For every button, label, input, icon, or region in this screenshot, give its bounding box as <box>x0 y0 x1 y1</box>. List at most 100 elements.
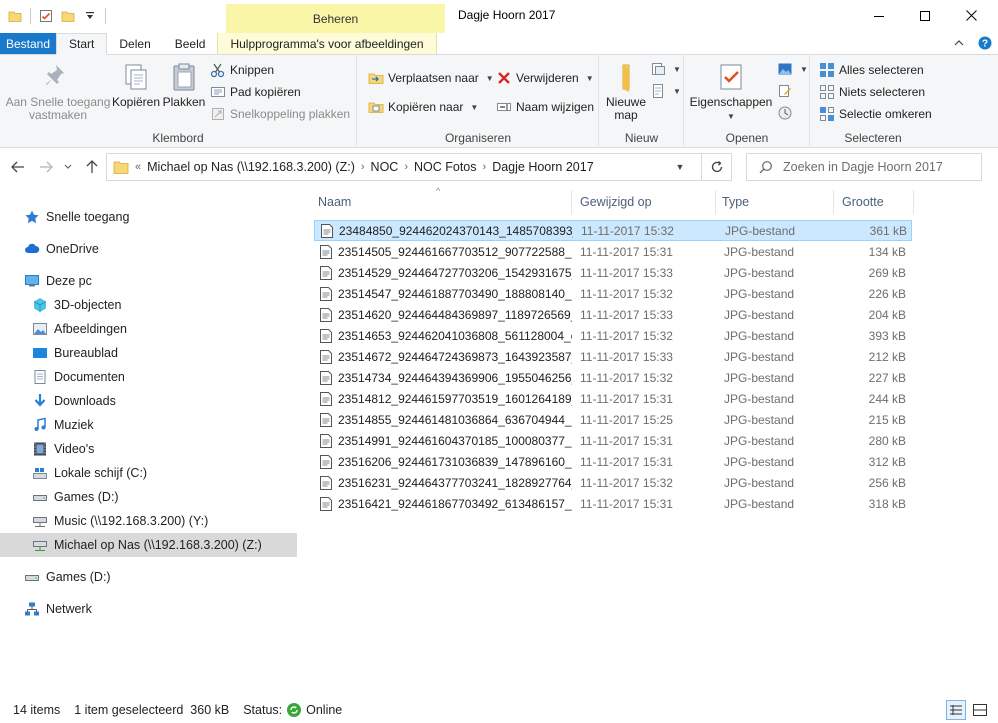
breadcrumb-chevron-icon[interactable]: › <box>361 161 365 173</box>
back-arrow-icon[interactable] <box>8 157 28 177</box>
move-to-button[interactable]: Verplaatsen naar ▼ <box>368 70 494 86</box>
sidebar-item-music[interactable]: Muziek <box>0 413 297 437</box>
minimize-button[interactable] <box>856 0 902 31</box>
column-header-name[interactable]: Naam ^ <box>312 186 572 214</box>
file-row[interactable]: 23514855_924461481036864_636704944_o....… <box>314 409 912 430</box>
up-arrow-icon[interactable] <box>82 157 102 177</box>
sidebar-item-games-d[interactable]: Games (D:) <box>0 485 297 509</box>
sidebar-item-games-d-2[interactable]: Games (D:) <box>0 565 297 589</box>
paste-shortcut-button[interactable]: Snelkoppeling plakken <box>210 106 350 122</box>
maximize-button[interactable] <box>902 0 948 31</box>
tab-start[interactable]: Start <box>56 33 108 55</box>
toolbar-divider <box>30 8 31 24</box>
new-item-button[interactable]: ▼ <box>650 61 681 77</box>
sidebar-label: OneDrive <box>46 242 99 256</box>
breadcrumb-current[interactable]: Dagje Hoorn 2017 <box>492 160 593 174</box>
address-overflow[interactable]: « <box>135 161 141 173</box>
forward-arrow-icon[interactable] <box>36 157 56 177</box>
new-folder-button[interactable]: Nieuwe map <box>604 61 648 122</box>
tab-delen[interactable]: Delen <box>107 33 162 54</box>
file-row[interactable]: 23514547_924461887703490_188808140_o....… <box>314 283 912 304</box>
sidebar-item-michael-nas[interactable]: Michael op Nas (\\192.168.3.200) (Z:) <box>0 533 297 557</box>
file-row[interactable]: 23514620_924464484369897_1189726569_... 1… <box>314 304 912 325</box>
file-modified: 11-11-2017 15:32 <box>581 223 674 238</box>
open-button[interactable]: ▼ <box>777 61 808 77</box>
sidebar-item-music-share[interactable]: Music (\\192.168.3.200) (Y:) <box>0 509 297 533</box>
breadcrumb-chevron-icon[interactable]: › <box>404 161 408 173</box>
file-row[interactable]: 23516231_924464377703241_1828927764_... 1… <box>314 472 912 493</box>
cut-button[interactable]: Knippen <box>210 62 274 78</box>
file-row[interactable]: 23516206_924461731036839_147896160_o....… <box>314 451 912 472</box>
new-folder-icon[interactable] <box>59 7 77 25</box>
file-name-cell: 23514620_924464484369897_1189726569_... <box>314 307 572 322</box>
recent-locations-icon[interactable] <box>58 157 78 177</box>
breadcrumb-noc[interactable]: NOC <box>371 160 399 174</box>
folder-icon[interactable] <box>6 7 24 25</box>
breadcrumb-drive[interactable]: Michael op Nas (\\192.168.3.200) (Z:) <box>147 160 355 174</box>
properties-button[interactable]: Eigenschappen ▼ <box>689 61 773 123</box>
file-list-header: Naam ^ Gewijzigd op Type Grootte <box>312 186 914 214</box>
file-row[interactable]: 23514505_924461667703512_907722588_o....… <box>314 241 912 262</box>
rename-button[interactable]: Naam wijzigen <box>496 99 594 115</box>
image-icon <box>777 61 793 77</box>
tab-bestand[interactable]: Bestand <box>0 33 57 54</box>
sidebar-item-network[interactable]: Netwerk <box>0 597 297 621</box>
copy-path-button[interactable]: Pad kopiëren <box>210 84 301 100</box>
file-row[interactable]: 23514529_924464727703206_1542931675_... 1… <box>314 262 912 283</box>
file-row[interactable]: 23514991_924461604370185_100080377_o....… <box>314 430 912 451</box>
copy-to-button[interactable]: Kopiëren naar ▼ <box>368 99 478 115</box>
file-row[interactable]: 23514812_924461597703519_1601264189_... 1… <box>314 388 912 409</box>
details-view-icon[interactable] <box>946 700 966 720</box>
column-header-modified[interactable]: Gewijzigd op <box>572 190 716 214</box>
sidebar-item-quick-access[interactable]: Snelle toegang <box>0 205 297 229</box>
sidebar-item-pictures[interactable]: Afbeeldingen <box>0 317 297 341</box>
file-row[interactable]: 23516421_924461867703492_613486157_o....… <box>314 493 912 514</box>
invert-selection-label: Selectie omkeren <box>839 107 932 121</box>
easy-access-button[interactable]: ▼ <box>650 83 681 99</box>
select-none-button[interactable]: Niets selecteren <box>819 84 925 100</box>
pin-quick-access-button[interactable]: Aan Snelle toegang vastmaken <box>4 61 112 122</box>
paste-shortcut-label: Snelkoppeling plakken <box>230 107 351 121</box>
file-name-cell: 23514547_924461887703490_188808140_o.... <box>314 286 572 301</box>
customize-toolbar-icon[interactable] <box>81 7 99 25</box>
select-all-button[interactable]: Alles selecteren <box>819 62 924 78</box>
large-icons-view-icon[interactable] <box>970 700 990 720</box>
file-row[interactable]: 23484850_924462024370143_1485708393_... 1… <box>314 220 912 241</box>
close-button[interactable] <box>948 0 994 31</box>
file-row[interactable]: 23514653_924462041036808_561128004_o....… <box>314 325 912 346</box>
column-header-type[interactable]: Type <box>716 190 834 214</box>
scissors-icon <box>210 62 226 78</box>
sidebar-item-local-disk[interactable]: Lokale schijf (C:) <box>0 461 297 485</box>
paste-button[interactable]: Plakken <box>162 61 206 109</box>
file-name: 23514734_924464394369906_1955046256_... <box>338 370 572 385</box>
help-icon[interactable]: ? <box>978 36 992 50</box>
refresh-icon <box>711 161 722 173</box>
address-dropdown-icon[interactable]: ▼ <box>671 158 689 176</box>
tab-beeld[interactable]: Beeld <box>163 33 218 54</box>
file-row[interactable]: 23514734_924464394369906_1955046256_... 1… <box>314 367 912 388</box>
sidebar-item-this-pc[interactable]: Deze pc <box>0 269 297 293</box>
breadcrumb-noc-fotos[interactable]: NOC Fotos <box>414 160 477 174</box>
file-row[interactable]: 23514672_924464724369873_1643923587_... 1… <box>314 346 912 367</box>
invert-selection-button[interactable]: Selectie omkeren <box>819 106 932 122</box>
sidebar-item-onedrive[interactable]: OneDrive <box>0 237 297 261</box>
search-box[interactable]: Zoeken in Dagje Hoorn 2017 <box>746 153 982 181</box>
sidebar-item-videos[interactable]: Video's <box>0 437 297 461</box>
breadcrumb-chevron-icon[interactable]: › <box>483 161 487 173</box>
sidebar-item-desktop[interactable]: Bureaublad <box>0 341 297 365</box>
refresh-button[interactable] <box>702 153 732 181</box>
address-bar[interactable]: « Michael op Nas (\\192.168.3.200) (Z:) … <box>106 153 702 181</box>
sidebar-item-downloads[interactable]: Downloads <box>0 389 297 413</box>
copy-button[interactable]: Kopiëren <box>112 61 160 109</box>
column-header-size[interactable]: Grootte <box>834 190 914 214</box>
delete-button[interactable]: Verwijderen ▼ <box>496 70 594 86</box>
new-item-icon <box>650 61 666 77</box>
edit-button[interactable] <box>777 83 793 99</box>
group-organiseren: Verplaatsen naar ▼ Kopiëren naar ▼ Verwi… <box>358 55 599 148</box>
sidebar-item-3d-objects[interactable]: 3D-objecten <box>0 293 297 317</box>
history-button[interactable] <box>777 105 793 121</box>
chevron-up-icon[interactable] <box>954 39 964 47</box>
tab-picture-tools[interactable]: Hulpprogramma's voor afbeeldingen <box>217 33 437 54</box>
properties-icon[interactable] <box>37 7 55 25</box>
sidebar-item-documents[interactable]: Documenten <box>0 365 297 389</box>
